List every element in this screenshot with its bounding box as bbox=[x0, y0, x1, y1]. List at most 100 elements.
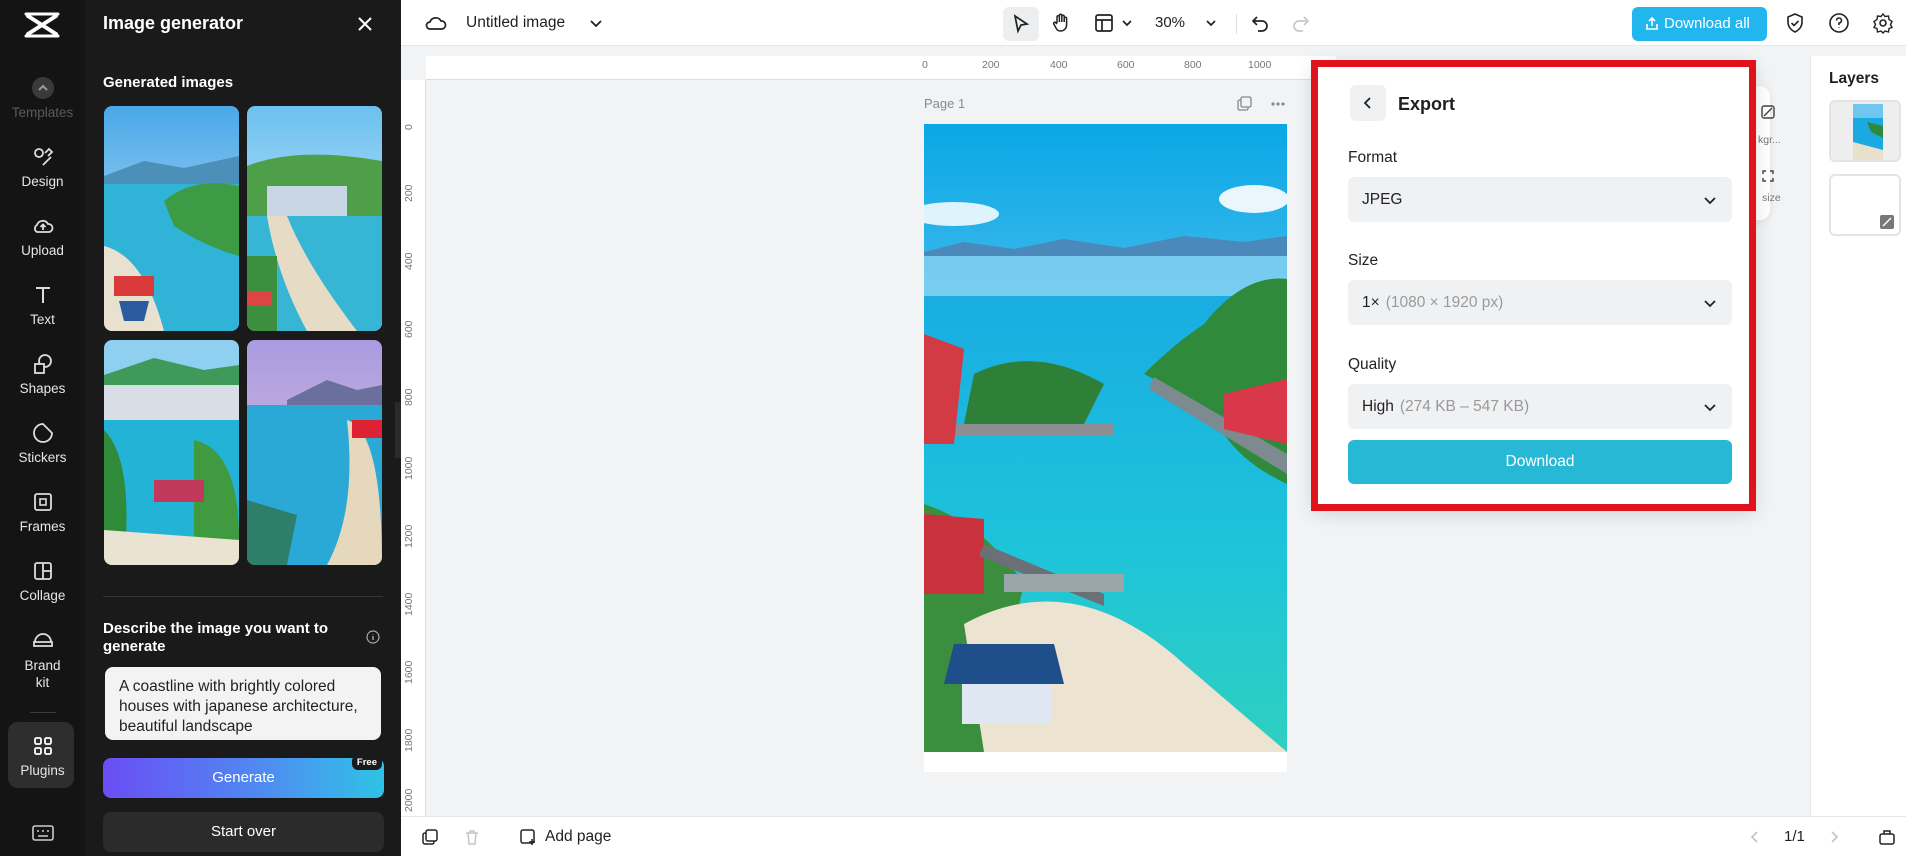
page-counter: 1/1 bbox=[1784, 828, 1805, 845]
collage-icon bbox=[33, 562, 52, 580]
brand-kit-icon bbox=[32, 633, 53, 647]
close-icon[interactable] bbox=[353, 12, 377, 36]
download-button[interactable]: Download bbox=[1348, 440, 1732, 484]
ruler-label: 600 bbox=[403, 320, 415, 338]
chevron-down-icon bbox=[1704, 197, 1716, 205]
shield-check-icon[interactable] bbox=[1784, 12, 1806, 34]
rail-item-label: Brand kit bbox=[24, 658, 61, 690]
trash-icon[interactable] bbox=[463, 828, 481, 846]
describe-label: Describe the image you want to generate bbox=[103, 620, 329, 655]
resize-icon[interactable] bbox=[1760, 168, 1776, 184]
export-title: Export bbox=[1398, 94, 1456, 114]
start-over-button[interactable]: Start over bbox=[103, 812, 384, 852]
help-icon[interactable] bbox=[1828, 12, 1850, 34]
back-button[interactable] bbox=[1350, 85, 1386, 121]
size-value: 1× bbox=[1362, 294, 1380, 311]
quality-value: High bbox=[1362, 398, 1394, 415]
ruler-label: 0 bbox=[403, 124, 415, 130]
layer-image-thumb[interactable] bbox=[1829, 100, 1901, 162]
more-options-icon[interactable] bbox=[1271, 102, 1285, 106]
chevron-down-icon[interactable] bbox=[585, 12, 607, 34]
pointer-icon[interactable] bbox=[1010, 13, 1032, 35]
rail-item-upload[interactable]: Upload bbox=[0, 214, 85, 258]
ruler-label: 200 bbox=[403, 184, 415, 202]
upload-icon bbox=[33, 219, 53, 233]
rail-item-label: Upload bbox=[21, 243, 64, 258]
chevron-down-icon[interactable] bbox=[1200, 12, 1222, 34]
rail-item-text[interactable]: Text bbox=[0, 283, 85, 327]
export-icon bbox=[1646, 16, 1658, 30]
generated-image-thumb-3[interactable] bbox=[104, 340, 239, 565]
page-tools bbox=[1237, 96, 1285, 111]
generated-image-thumb-1[interactable] bbox=[104, 106, 239, 331]
rail-item-plugins[interactable]: Plugins bbox=[0, 722, 85, 788]
vertical-ruler: 0 200 400 600 800 1000 1200 1400 1600 18… bbox=[401, 80, 426, 816]
rail-item-templates[interactable]: Templates bbox=[0, 76, 85, 120]
zoom-level[interactable]: 30% bbox=[1155, 14, 1185, 31]
rail-item-stickers[interactable]: Stickers bbox=[0, 421, 85, 465]
chevron-left-icon bbox=[1363, 97, 1371, 109]
document-title[interactable]: Untitled image bbox=[466, 14, 565, 32]
rail-item-label: Stickers bbox=[18, 450, 67, 465]
size-select[interactable]: 1× (1080 × 1920 px) bbox=[1348, 280, 1732, 325]
rail-item-label: Design bbox=[21, 174, 64, 189]
horizontal-ruler: 0 200 400 600 800 1000 bbox=[426, 56, 1336, 80]
prompt-textarea[interactable]: A coastline with brightly colored houses… bbox=[105, 667, 381, 740]
previous-page-icon[interactable] bbox=[1747, 829, 1763, 845]
quality-detail: (274 KB – 547 KB) bbox=[1399, 398, 1530, 415]
ruler-label: 1400 bbox=[403, 592, 415, 616]
cloud-icon[interactable] bbox=[425, 12, 447, 34]
duplicate-page-icon[interactable] bbox=[1237, 96, 1252, 111]
rail-item-brand-kit[interactable]: Brand kit bbox=[0, 628, 85, 691]
rail-item-label: Shapes bbox=[19, 381, 66, 396]
generated-image-thumb-2[interactable] bbox=[247, 106, 382, 331]
rail-item-frames[interactable]: Frames bbox=[0, 490, 85, 534]
duplicate-icon[interactable] bbox=[421, 828, 439, 846]
add-page-icon bbox=[520, 829, 535, 845]
download-all-button[interactable]: Download all bbox=[1632, 7, 1767, 41]
undo-icon[interactable] bbox=[1249, 12, 1271, 34]
free-badge: Free bbox=[351, 755, 382, 770]
ruler-label: 0 bbox=[922, 59, 928, 71]
rail-item-design[interactable]: Design bbox=[0, 145, 85, 189]
left-rail: Templates Design Upload Text Shapes Stic… bbox=[0, 0, 85, 856]
ruler-label: 1200 bbox=[403, 524, 415, 548]
generate-button[interactable]: Generate Free bbox=[103, 755, 384, 798]
format-select[interactable]: JPEG bbox=[1348, 177, 1732, 222]
next-page-icon[interactable] bbox=[1826, 829, 1842, 845]
add-page-label: Add page bbox=[545, 828, 612, 845]
page-label[interactable]: Page 1 bbox=[924, 96, 965, 111]
layers-panel: Layers bbox=[1810, 56, 1906, 816]
remove-background-icon[interactable] bbox=[1760, 104, 1776, 120]
settings-icon[interactable] bbox=[1872, 12, 1894, 34]
redo-icon[interactable] bbox=[1290, 12, 1312, 34]
canvas-image[interactable] bbox=[924, 124, 1287, 752]
chevron-down-icon[interactable] bbox=[1116, 12, 1138, 34]
keyboard-icon[interactable] bbox=[32, 824, 54, 842]
ruler-label: 200 bbox=[982, 59, 1000, 71]
layers-title: Layers bbox=[1829, 70, 1879, 87]
bottom-bar: Add page 1/1 bbox=[401, 816, 1906, 856]
info-icon[interactable] bbox=[366, 630, 380, 644]
image-generator-panel: Image generator Generated images Describ… bbox=[85, 0, 401, 856]
hand-icon[interactable] bbox=[1050, 12, 1072, 34]
add-page-button[interactable]: Add page bbox=[519, 828, 611, 846]
image-fill-icon bbox=[1880, 215, 1894, 229]
ruler-label: 1800 bbox=[403, 728, 415, 752]
rail-item-collage[interactable]: Collage bbox=[0, 559, 85, 603]
size-label: Size bbox=[1348, 252, 1379, 269]
generated-image-thumb-4[interactable] bbox=[247, 340, 382, 565]
stickers-icon bbox=[32, 423, 53, 443]
briefcase-icon[interactable] bbox=[1878, 828, 1896, 846]
quality-select[interactable]: High (274 KB – 547 KB) bbox=[1348, 384, 1732, 429]
capcut-logo-icon[interactable] bbox=[22, 10, 62, 40]
artboard-page[interactable] bbox=[924, 124, 1287, 772]
ruler-label: 1000 bbox=[403, 456, 415, 480]
layout-icon[interactable] bbox=[1093, 12, 1115, 34]
rail-item-shapes[interactable]: Shapes bbox=[0, 352, 85, 396]
ruler-label: 800 bbox=[403, 388, 415, 406]
ruler-label: 2000 bbox=[403, 788, 415, 812]
layer-background-thumb[interactable] bbox=[1829, 174, 1901, 236]
panel-title: Image generator bbox=[103, 13, 244, 33]
ruler-label: 1600 bbox=[403, 660, 415, 684]
